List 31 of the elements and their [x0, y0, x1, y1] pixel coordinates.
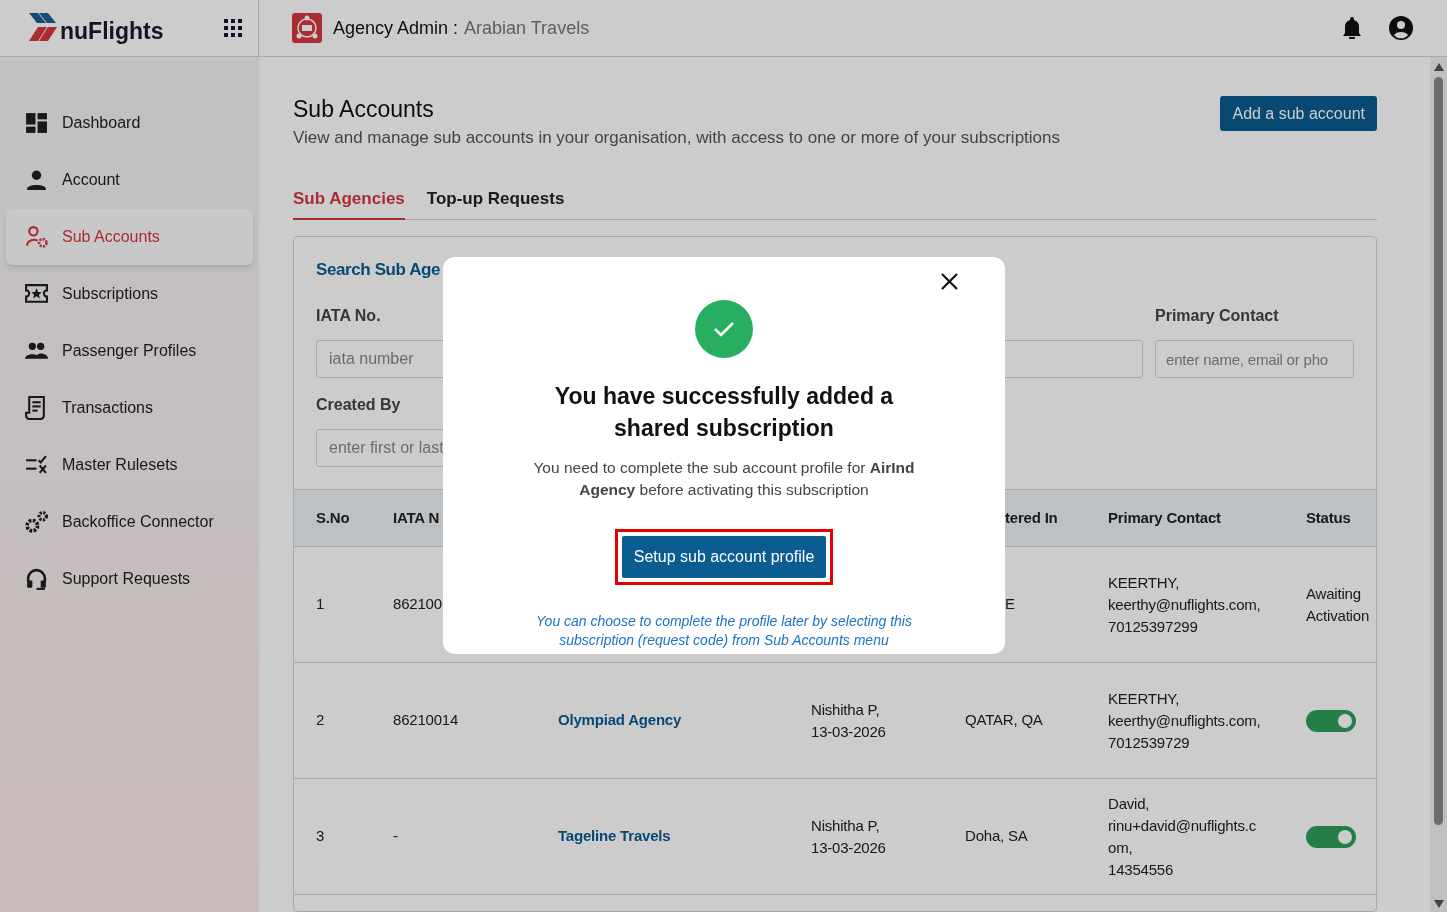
- column-header: IATA N: [393, 508, 439, 526]
- field-label: IATA No.: [316, 306, 382, 326]
- column-header: Primary Contact: [1108, 508, 1221, 526]
- table-cell-text: 862100: [393, 594, 443, 615]
- table-cell-text: E: [1005, 594, 1016, 615]
- dialog-note: You can choose to complete the profile later by selecting this subscription (request code) from Sub Accounts menu: [535, 612, 913, 650]
- dialog-message: You need to complete the sub account profile for AirInd Agency before activating this subscription: [532, 458, 916, 500]
- table-cell-text: 2: [316, 710, 326, 731]
- brand-name: nuFlights: [60, 20, 164, 43]
- table-cell-text: Doha, SA: [965, 826, 1029, 847]
- page-title: Sub Accounts: [293, 95, 435, 124]
- table-cell-text: Nishitha P, 13-03-2026: [811, 699, 887, 742]
- page-subtitle: View and manage sub accounts in your organisation, with access to one or more of your subscriptions: [293, 127, 1060, 149]
- table-cell-text: QATAR, QA: [965, 710, 1044, 731]
- table-cell-text: David, rinu+david@nuflights.com, 14354556: [1108, 793, 1257, 880]
- table-cell-text: -: [393, 826, 399, 847]
- column-header: S.No: [316, 508, 350, 526]
- agency-name: Arabian Travels: [464, 16, 590, 40]
- field-label: Primary Contact: [1155, 306, 1280, 326]
- header-title: Agency Admin :: [333, 16, 459, 40]
- table-cell-text: KEERTHY, keerthy@nuflights.com, 70125397299: [1108, 572, 1262, 637]
- table-cell-text: 3: [316, 826, 326, 847]
- search-section-title: Search Sub Age: [316, 258, 441, 281]
- column-header: tered In: [1005, 508, 1058, 526]
- dialog-title: You have successfully added a shared subscription: [553, 382, 895, 443]
- column-header: Status: [1306, 508, 1351, 526]
- table-cell-text: 1: [316, 594, 326, 615]
- table-cell-text: KEERTHY, keerthy@nuflights.com, 7012539729: [1108, 688, 1262, 753]
- table-cell-text: 86210014: [393, 710, 460, 731]
- table-cell-text: Nishitha P, 13-03-2026: [811, 815, 887, 858]
- status-text: Awaiting Activation: [1306, 583, 1371, 626]
